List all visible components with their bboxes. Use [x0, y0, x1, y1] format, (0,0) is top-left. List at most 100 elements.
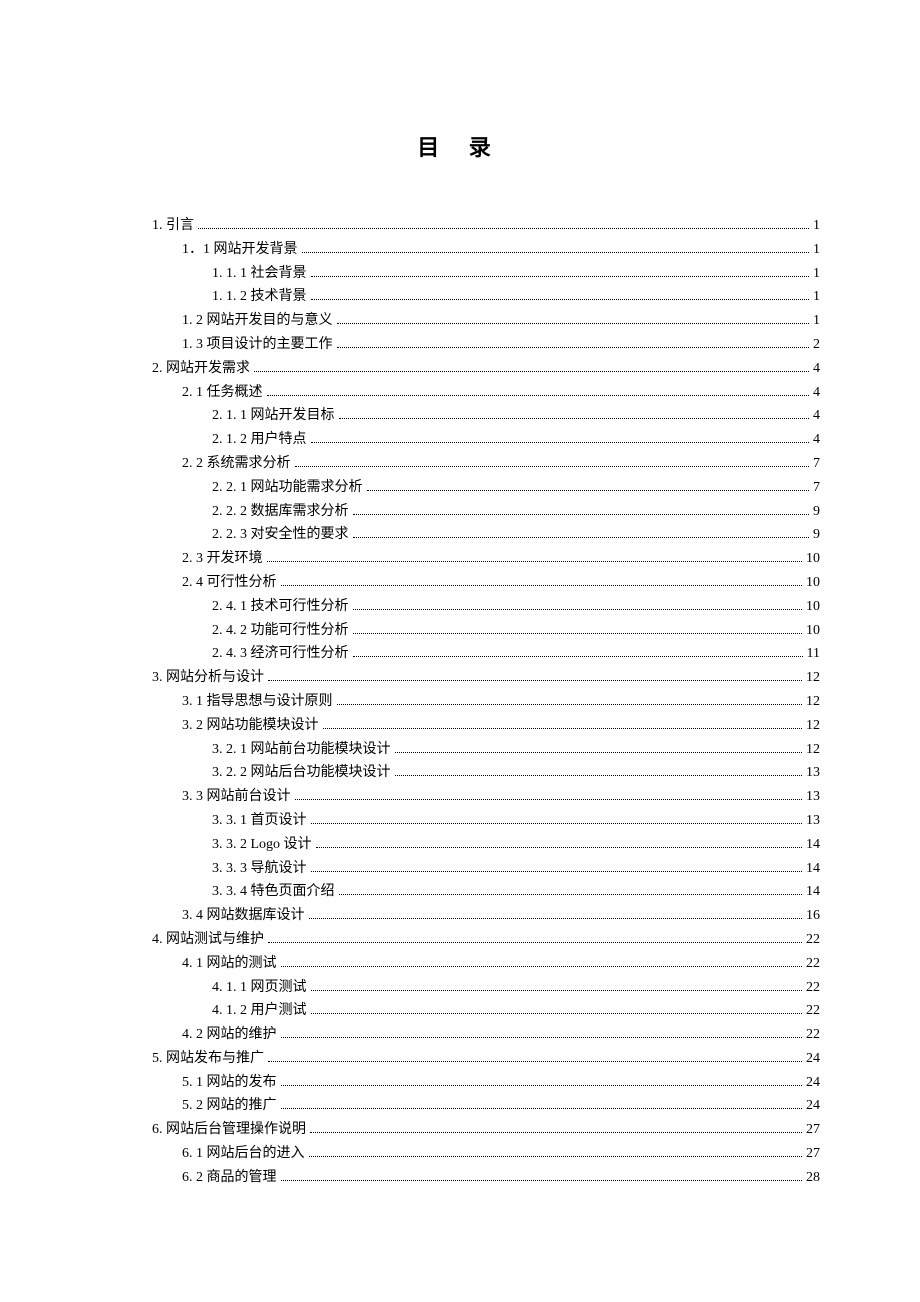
toc-leader-dots [309, 918, 803, 919]
toc-entry: 6. 网站后台管理操作说明27 [100, 1118, 820, 1142]
toc-entry-page: 13 [806, 785, 820, 809]
toc-entry-label: 2. 1. 1 网站开发目标 [212, 404, 335, 428]
toc-entry-label: 4. 2 网站的维护 [182, 1023, 277, 1047]
toc-leader-dots [267, 395, 810, 396]
toc-entry: 6. 1 网站后台的进入27 [100, 1142, 820, 1166]
toc-leader-dots [281, 1108, 803, 1109]
toc-entry-page: 28 [806, 1166, 820, 1190]
toc-entry: 4. 1. 1 网页测试 22 [100, 976, 820, 1000]
toc-entry-label: 4. 1. 1 网页测试 [212, 976, 307, 1000]
toc-entry-label: 3. 2. 1 网站前台功能模块设计 [212, 738, 391, 762]
toc-entry-page: 14 [806, 857, 820, 881]
toc-leader-dots [268, 680, 802, 681]
document-page: 目 录 1. 引言11．1 网站开发背景11. 1. 1 社会背景11. 1. … [0, 0, 920, 1270]
toc-leader-dots [311, 1013, 803, 1014]
toc-entry: 2. 2 系统需求分析7 [100, 452, 820, 476]
toc-entry-page: 22 [806, 976, 820, 1000]
toc-leader-dots [311, 990, 803, 991]
toc-entry-page: 1 [813, 309, 820, 333]
toc-entry-page: 2 [813, 333, 820, 357]
toc-leader-dots [281, 1085, 803, 1086]
toc-entry: 2. 网站开发需求 4 [100, 357, 820, 381]
toc-leader-dots [337, 347, 810, 348]
toc-entry-label: 5. 网站发布与推广 [152, 1047, 264, 1071]
toc-entry-label: 5. 1 网站的发布 [182, 1071, 277, 1095]
toc-leader-dots [339, 894, 803, 895]
toc-entry: 2. 1 任务概述 4 [100, 381, 820, 405]
toc-entry-label: 1．1 网站开发背景 [182, 238, 298, 262]
toc-leader-dots [311, 823, 803, 824]
toc-leader-dots [295, 466, 810, 467]
toc-entry: 5. 网站发布与推广 24 [100, 1047, 820, 1071]
toc-entry-label: 2. 1 任务概述 [182, 381, 263, 405]
toc-entry-label: 3. 3. 3 导航设计 [212, 857, 307, 881]
toc-entry-label: 6. 2 商品的管理 [182, 1166, 277, 1190]
toc-leader-dots [268, 942, 802, 943]
toc-leader-dots [281, 1037, 803, 1038]
toc-leader-dots [316, 847, 802, 848]
toc-entry: 1. 3 项目设计的主要工作2 [100, 333, 820, 357]
toc-leader-dots [353, 514, 810, 515]
toc-entry-label: 2. 2 系统需求分析 [182, 452, 291, 476]
toc-entry: 2. 1. 2 用户特点 4 [100, 428, 820, 452]
toc-entry-page: 13 [806, 809, 820, 833]
toc-leader-dots [254, 371, 809, 372]
toc-entry-page: 14 [806, 880, 820, 904]
toc-entry-label: 1. 1. 2 技术背景 [212, 285, 307, 309]
toc-entry-label: 2. 2. 2 数据库需求分析 [212, 500, 349, 524]
toc-leader-dots [395, 752, 803, 753]
toc-entry: 4. 2 网站的维护22 [100, 1023, 820, 1047]
toc-entry-page: 24 [806, 1071, 820, 1095]
toc-entry: 4. 1. 2 用户测试22 [100, 999, 820, 1023]
toc-entry-label: 3. 1 指导思想与设计原则 [182, 690, 333, 714]
toc-entry: 3. 4 网站数据库设计16 [100, 904, 820, 928]
toc-entry-label: 2. 4 可行性分析 [182, 571, 277, 595]
toc-leader-dots [353, 609, 803, 610]
toc-entry-label: 3. 3. 1 首页设计 [212, 809, 307, 833]
toc-entry: 3. 2. 1 网站前台功能模块设计12 [100, 738, 820, 762]
toc-entry-label: 5. 2 网站的推广 [182, 1094, 277, 1118]
toc-entry-page: 4 [813, 357, 820, 381]
toc-entry-page: 22 [806, 999, 820, 1023]
toc-entry-label: 2. 网站开发需求 [152, 357, 250, 381]
toc-leader-dots [337, 704, 803, 705]
toc-entry-page: 7 [813, 476, 820, 500]
toc-entry-page: 12 [806, 666, 820, 690]
toc-entry: 2. 2. 2 数据库需求分析9 [100, 500, 820, 524]
toc-entry: 1. 2 网站开发目的与意义 1 [100, 309, 820, 333]
toc-leader-dots [311, 299, 810, 300]
toc-entry-page: 10 [806, 619, 820, 643]
toc-entry-label: 2. 1. 2 用户特点 [212, 428, 307, 452]
toc-entry: 3. 3. 1 首页设计 13 [100, 809, 820, 833]
toc-entry-label: 4. 1 网站的测试 [182, 952, 277, 976]
toc-leader-dots [309, 1156, 803, 1157]
toc-entry-label: 4. 网站测试与维护 [152, 928, 264, 952]
toc-entry-label: 3. 4 网站数据库设计 [182, 904, 305, 928]
toc-entry-page: 24 [806, 1094, 820, 1118]
toc-leader-dots [311, 442, 810, 443]
toc-leader-dots [268, 1061, 802, 1062]
toc-leader-dots [311, 871, 803, 872]
toc-entry: 2. 4. 1 技术可行性分析10 [100, 595, 820, 619]
toc-entry-page: 4 [813, 428, 820, 452]
toc-entry: 3. 2 网站功能模块设计 12 [100, 714, 820, 738]
toc-entry-label: 3. 3 网站前台设计 [182, 785, 291, 809]
toc-title: 目 录 [100, 130, 820, 162]
toc-entry-label: 6. 1 网站后台的进入 [182, 1142, 305, 1166]
toc-entry-page: 4 [813, 381, 820, 405]
toc-entry: 1. 1. 2 技术背景1 [100, 285, 820, 309]
toc-entry: 3. 2. 2 网站后台功能模块设计13 [100, 761, 820, 785]
toc-entry-page: 1 [813, 262, 820, 286]
toc-leader-dots [295, 799, 803, 800]
toc-entry: 2. 4. 2 功能可行性分析10 [100, 619, 820, 643]
toc-leader-dots [339, 418, 810, 419]
toc-entry-page: 12 [806, 714, 820, 738]
toc-entry-page: 11 [807, 642, 820, 666]
toc-entry-label: 2. 3 开发环境 [182, 547, 263, 571]
toc-entry-label: 3. 2 网站功能模块设计 [182, 714, 319, 738]
toc-entry-label: 1. 2 网站开发目的与意义 [182, 309, 333, 333]
toc-entry: 4. 网站测试与维护22 [100, 928, 820, 952]
toc-entry-page: 24 [806, 1047, 820, 1071]
toc-entry: 2. 3 开发环境10 [100, 547, 820, 571]
toc-entry: 3. 3. 2 Logo 设计14 [100, 833, 820, 857]
